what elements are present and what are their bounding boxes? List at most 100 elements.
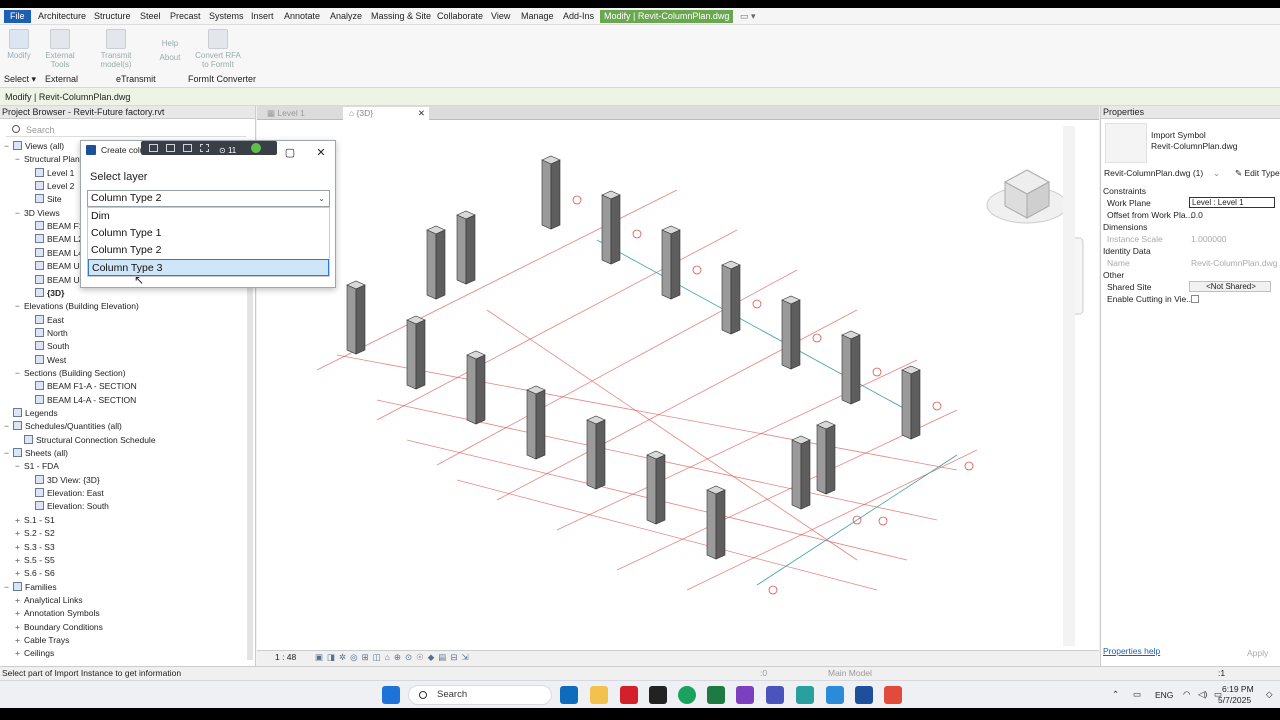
tab-manage[interactable]: Manage [517, 10, 558, 23]
section-constraints[interactable]: Constraints [1103, 186, 1146, 196]
edge-icon[interactable] [678, 686, 696, 704]
clock-time[interactable]: 6:19 PM [1222, 684, 1254, 694]
browser-tree-item[interactable]: − Views (all) [4, 140, 64, 153]
browser-tree-item[interactable]: − S1 - FDA [15, 460, 59, 473]
browser-tree-item[interactable]: East [26, 314, 64, 327]
filter-count[interactable]: :1 [1218, 667, 1225, 680]
tab-massing-site[interactable]: Massing & Site [367, 10, 435, 23]
wifi-icon[interactable]: ◠ [1183, 689, 1190, 700]
taskbar-search[interactable]: Search [408, 685, 552, 705]
section-other[interactable]: Other [1103, 270, 1124, 280]
expand-icon[interactable]: + [15, 647, 24, 660]
collapse-icon[interactable]: − [4, 420, 13, 433]
collapse-icon[interactable]: − [15, 153, 24, 166]
collapse-icon[interactable]: − [15, 207, 24, 220]
quick-access-icon[interactable]: ▭ ▾ [736, 10, 760, 23]
panel-select[interactable]: Select ▾ [4, 74, 36, 85]
acrobat-icon[interactable] [620, 686, 638, 704]
browser-tree-item[interactable]: − Elevations (Building Elevation) [15, 300, 139, 313]
tab-analyze[interactable]: Analyze [326, 10, 366, 23]
layer-option[interactable]: Column Type 1 [88, 225, 329, 242]
browser-tree-item[interactable]: {3D} [26, 287, 64, 300]
volume-icon[interactable]: ◁) [1198, 689, 1207, 700]
expand-icon[interactable]: + [15, 567, 24, 580]
expand-icon[interactable]: + [15, 554, 24, 567]
layer-select[interactable]: Column Type 2 ⌄ [87, 190, 330, 207]
instance-selector[interactable]: Revit-ColumnPlan.dwg (1) [1104, 168, 1203, 178]
layer-option[interactable]: Dim [88, 208, 329, 225]
screen-icon[interactable] [166, 144, 175, 152]
3d-viewport[interactable] [257, 120, 1099, 650]
browser-tree-item[interactable]: Level 1 [26, 167, 74, 180]
section-identity[interactable]: Identity Data [1103, 246, 1151, 256]
snip-icon[interactable] [149, 144, 158, 152]
browser-tree-item[interactable]: South [26, 340, 69, 353]
teams-icon[interactable] [766, 686, 784, 704]
language-indicator[interactable]: ENG [1155, 690, 1173, 700]
modify-button[interactable]: Modify [4, 29, 34, 60]
collapse-icon[interactable]: − [15, 460, 24, 473]
browser-tree-item[interactable]: + S.3 - S3 [15, 541, 55, 554]
tab-level-1[interactable]: ▦ Level 1 [261, 107, 311, 120]
properties-help-link[interactable]: Properties help [1103, 646, 1160, 656]
browser-tree-item[interactable]: − Schedules/Quantities (all) [4, 420, 122, 433]
collapse-icon[interactable]: − [4, 581, 13, 594]
convert-rfa-button[interactable]: Convert RFA to FormIt [193, 29, 243, 69]
browser-search-input[interactable]: Search [6, 123, 246, 137]
close-button[interactable]: ✕ [314, 144, 328, 162]
browser-tree-item[interactable]: BEAM U [26, 274, 80, 287]
tab-file[interactable]: File [4, 10, 31, 23]
view-control-icons[interactable]: ▣◨✲◎⊞◫⌂⊕⊙☉◆▤⊟⇲ [315, 651, 473, 664]
browser-tree-item[interactable]: West [26, 354, 66, 367]
collapse-icon[interactable]: − [15, 300, 24, 313]
model-selector[interactable]: Main Model [828, 667, 872, 680]
expand-icon[interactable]: + [15, 621, 24, 634]
browser-tree-item[interactable]: − Structural Plans [15, 153, 84, 166]
browser-tree-item[interactable]: + Ceilings [15, 647, 54, 660]
tab-structure[interactable]: Structure [90, 10, 135, 23]
window-icon[interactable] [183, 144, 192, 152]
viewport-scrollbar[interactable] [1063, 126, 1075, 646]
tab-modify-context[interactable]: Modify | Revit-ColumnPlan.dwg [600, 10, 734, 23]
collapse-icon[interactable]: − [4, 447, 13, 460]
tab-architecture[interactable]: Architecture [34, 10, 90, 23]
cutting-checkbox[interactable] [1191, 295, 1199, 303]
check-icon[interactable] [251, 143, 261, 153]
browser-tree-item[interactable]: Structural Connection Schedule [15, 434, 156, 447]
browser-tree-item[interactable]: + S.6 - S6 [15, 567, 55, 580]
windows-start-icon[interactable] [382, 686, 400, 704]
browser-tree-item[interactable]: − Sections (Building Section) [15, 367, 126, 380]
expand-icon[interactable]: + [15, 607, 24, 620]
browser-tree-item[interactable]: − Sheets (all) [4, 447, 68, 460]
browser-tree-item[interactable]: BEAM U [26, 260, 80, 273]
tab-view[interactable]: View [487, 10, 514, 23]
visual-studio-icon[interactable] [736, 686, 754, 704]
browser-tree-item[interactable]: BEAM F1 [26, 220, 83, 233]
notification-icon[interactable]: ◇ [1266, 689, 1273, 700]
view-scale[interactable]: 1 : 48 [275, 651, 296, 664]
browser-tree-item[interactable]: + Boundary Conditions [15, 621, 103, 634]
expand-icon[interactable]: + [15, 527, 24, 540]
expand-icon[interactable]: + [15, 514, 24, 527]
tab-steel[interactable]: Steel [136, 10, 165, 23]
browser-tree-item[interactable]: Elevation: East [26, 487, 104, 500]
expand-icon[interactable]: + [15, 541, 24, 554]
browser-tree-item[interactable]: Site [26, 193, 62, 206]
browser-tree-item[interactable]: BEAM L2 [26, 233, 83, 246]
browser-tree-item[interactable]: + Analytical Links [15, 594, 83, 607]
clock-date[interactable]: 5/7/2025 [1218, 695, 1251, 705]
edit-type-button[interactable]: ✎ Edit Type [1235, 168, 1280, 179]
browser-tree-item[interactable]: + S.1 - S1 [15, 514, 55, 527]
shared-site-button[interactable]: <Not Shared> [1189, 281, 1271, 292]
expand-icon[interactable]: + [15, 634, 24, 647]
vscode-icon[interactable] [826, 686, 844, 704]
browser-tree-item[interactable]: BEAM F1-A - SECTION [26, 380, 137, 393]
browser-tree-item[interactable]: Legends [4, 407, 58, 420]
browser-tree-item[interactable]: 3D View: {3D} [26, 474, 100, 487]
browser-tree-item[interactable]: Level 2 [26, 180, 74, 193]
layer-option[interactable]: Column Type 2 [88, 242, 329, 259]
layer-option[interactable]: Column Type 3 [88, 259, 329, 276]
chevron-up-icon[interactable]: ⌃ [1112, 689, 1119, 700]
tab-3d[interactable]: ⌂ {3D} ✕ [343, 107, 429, 120]
browser-tree-item[interactable]: Elevation: South [26, 500, 109, 513]
